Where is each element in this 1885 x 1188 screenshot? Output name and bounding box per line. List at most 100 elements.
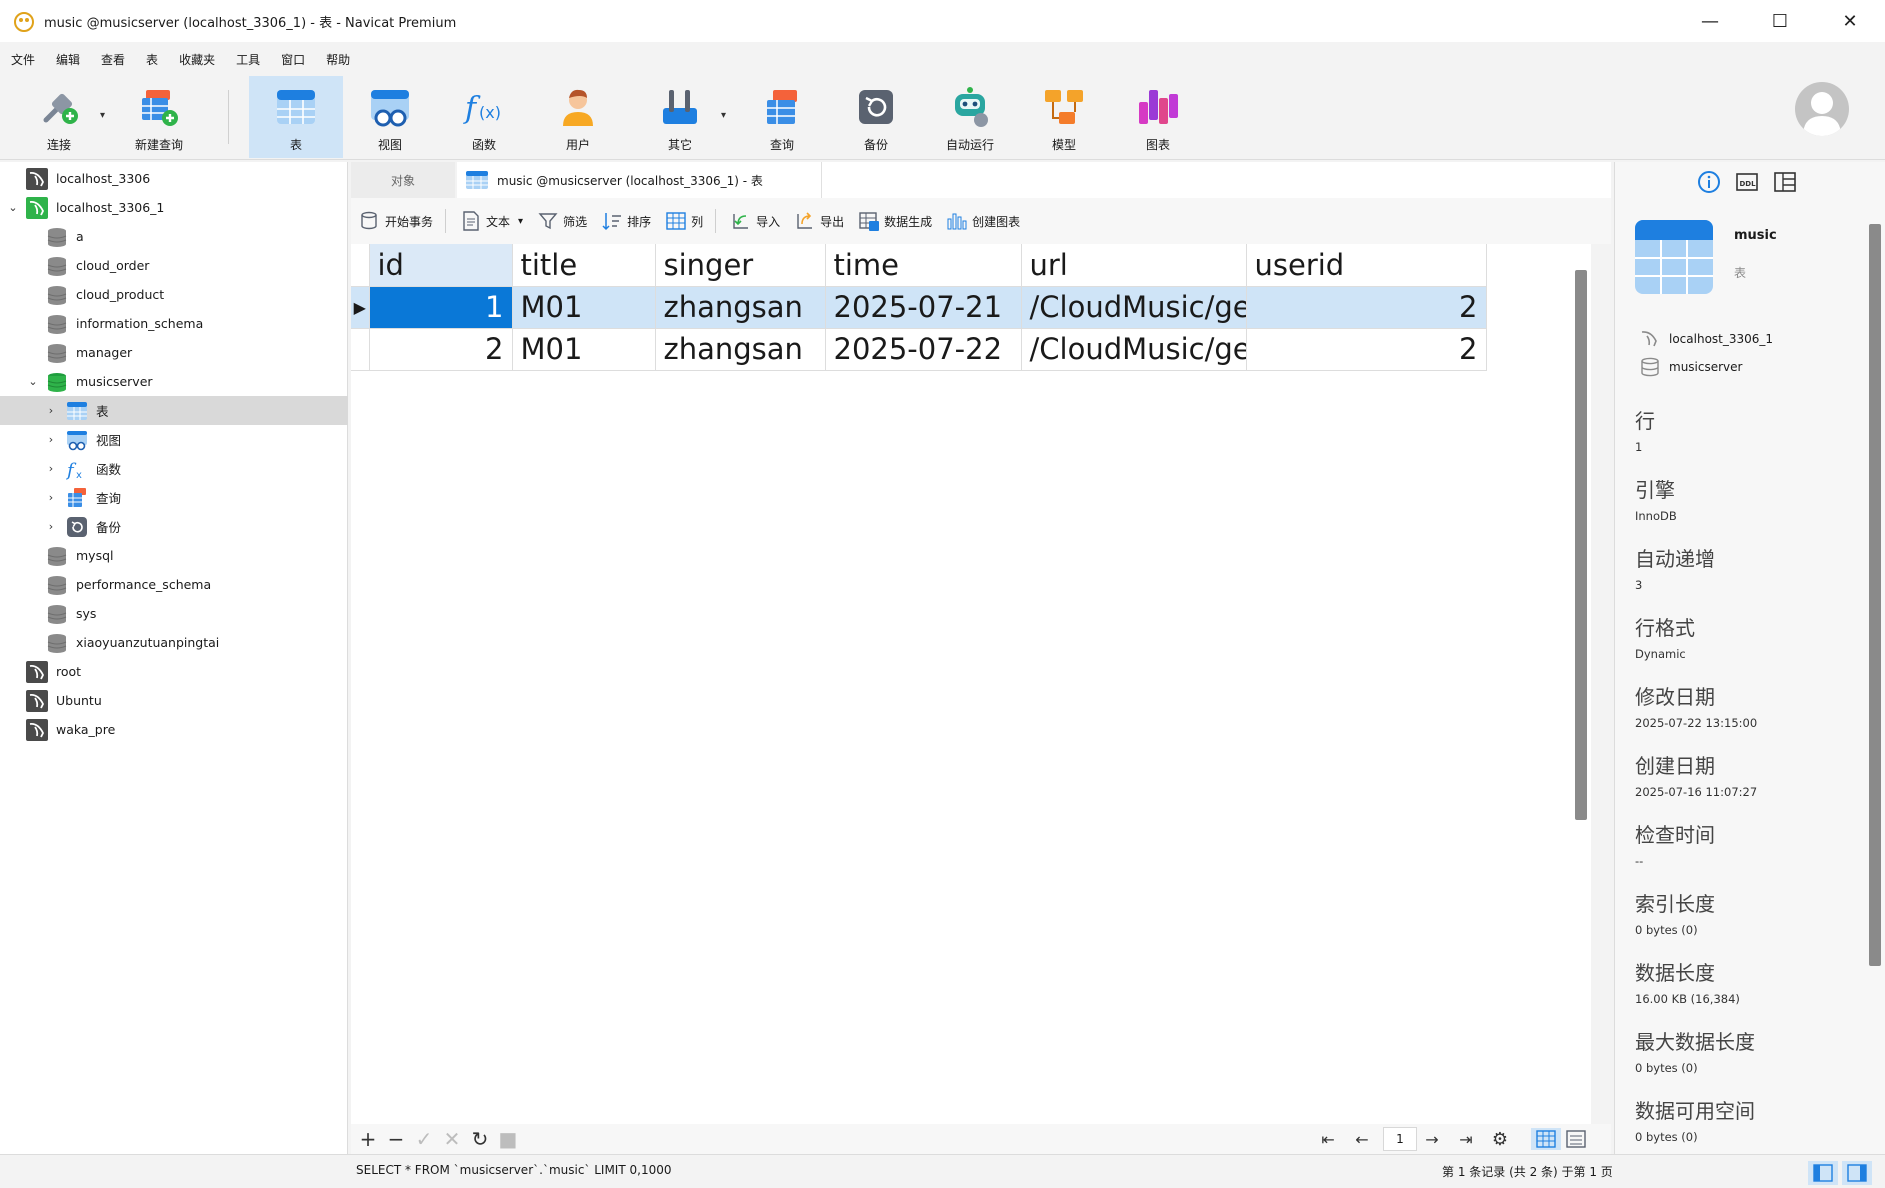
account-avatar[interactable] <box>1795 82 1849 136</box>
create-chart-button[interactable]: 创建图表 <box>946 210 1020 232</box>
menu-table[interactable]: 表 <box>141 51 174 68</box>
model-button[interactable]: 模型 <box>1017 76 1111 158</box>
menu-view[interactable]: 查看 <box>96 51 141 68</box>
tree-node-views[interactable]: › 视图 <box>0 425 348 454</box>
preview-layout-icon[interactable] <box>1773 170 1797 194</box>
cell-title[interactable]: M01 <box>512 286 656 329</box>
import-button[interactable]: 导入 <box>730 210 780 232</box>
refresh-icon[interactable]: ↻ <box>469 1127 491 1151</box>
tree-connection-waka-pre[interactable]: waka_pre <box>0 715 348 744</box>
connect-dropdown-icon[interactable]: ▾ <box>100 110 110 121</box>
table-button[interactable]: 表 <box>249 76 343 158</box>
tree-db-musicserver[interactable]: ⌄ musicserver <box>0 367 348 396</box>
tree-node-tables[interactable]: › 表 <box>0 396 348 425</box>
chart-button[interactable]: 图表 <box>1111 76 1205 158</box>
add-record-icon[interactable]: + <box>357 1127 379 1151</box>
chevron-right-icon[interactable]: › <box>44 404 58 418</box>
tree-db-manager[interactable]: manager <box>0 338 348 367</box>
toggle-right-pane-icon[interactable] <box>1842 1161 1872 1185</box>
automation-button[interactable]: 自动运行 <box>923 76 1017 158</box>
view-button[interactable]: 视图 <box>343 76 437 158</box>
cell-userid[interactable]: 2 <box>1246 286 1487 329</box>
cell-singer[interactable]: zhangsan <box>655 286 826 329</box>
cell-id[interactable]: 1 <box>369 286 513 329</box>
cell-id[interactable]: 2 <box>369 328 513 371</box>
data-generation-button[interactable]: 数据生成 <box>858 210 932 232</box>
sort-button[interactable]: 排序 <box>601 210 651 232</box>
tree-node-backups[interactable]: › 备份 <box>0 512 348 541</box>
menu-favorites[interactable]: 收藏夹 <box>174 51 231 68</box>
table-row[interactable]: 2 M01 zhangsan 2025-07-22 /CloudMusic/ge… <box>351 328 1487 371</box>
tree-node-functions[interactable]: › fx 函数 <box>0 454 348 483</box>
settings-gear-icon[interactable]: ⚙ <box>1489 1128 1511 1150</box>
menu-help[interactable]: 帮助 <box>321 51 366 68</box>
chevron-down-icon[interactable]: ⌄ <box>26 375 40 389</box>
tree-db-mysql[interactable]: mysql <box>0 541 348 570</box>
chevron-right-icon[interactable]: › <box>44 520 58 534</box>
export-button[interactable]: 导出 <box>794 210 844 232</box>
chevron-right-icon[interactable]: › <box>44 462 58 476</box>
begin-transaction-button[interactable]: 开始事务 <box>359 210 433 232</box>
tab-objects[interactable]: 对象 <box>351 162 455 198</box>
cell-time[interactable]: 2025-07-22 <box>825 328 1022 371</box>
grid-view-icon[interactable] <box>1531 1128 1561 1150</box>
cell-title[interactable]: M01 <box>512 328 656 371</box>
backup-button[interactable]: 备份 <box>829 76 923 158</box>
cell-userid[interactable]: 2 <box>1246 328 1487 371</box>
cell-url[interactable]: /CloudMusic/ge <box>1021 286 1247 329</box>
tree-db-performance-schema[interactable]: performance_schema <box>0 570 348 599</box>
tree-connection-localhost-3306-1[interactable]: ⌄ localhost_3306_1 <box>0 193 348 222</box>
column-header-singer[interactable]: singer <box>655 244 826 287</box>
delete-record-icon[interactable]: − <box>385 1127 407 1151</box>
query-button[interactable]: 查询 <box>735 76 829 158</box>
column-header-userid[interactable]: userid <box>1246 244 1487 287</box>
new-query-button[interactable]: 新建查询 <box>112 76 206 158</box>
columns-button[interactable]: 列 <box>665 210 703 232</box>
minimize-button[interactable]: — <box>1675 0 1745 42</box>
last-page-icon[interactable]: ⇥ <box>1455 1128 1477 1150</box>
tree-node-queries[interactable]: › 查询 <box>0 483 348 512</box>
previous-page-icon[interactable]: ← <box>1351 1128 1373 1150</box>
menu-window[interactable]: 窗口 <box>276 51 321 68</box>
chevron-down-icon[interactable]: ⌄ <box>6 201 20 215</box>
apply-changes-icon[interactable]: ✓ <box>413 1127 435 1151</box>
stop-icon[interactable]: ■ <box>497 1127 519 1151</box>
tree-db-cloud-order[interactable]: cloud_order <box>0 251 348 280</box>
chevron-right-icon[interactable]: › <box>44 433 58 447</box>
tree-db-sys[interactable]: sys <box>0 599 348 628</box>
menu-tools[interactable]: 工具 <box>231 51 276 68</box>
info-panel-scrollbar[interactable] <box>1869 224 1881 966</box>
first-page-icon[interactable]: ⇤ <box>1317 1128 1339 1150</box>
close-button[interactable]: ✕ <box>1815 0 1885 42</box>
chevron-right-icon[interactable]: › <box>44 491 58 505</box>
menu-edit[interactable]: 编辑 <box>51 51 96 68</box>
info-icon[interactable] <box>1697 170 1721 194</box>
toggle-left-pane-icon[interactable] <box>1808 1161 1838 1185</box>
filter-button[interactable]: 筛选 <box>537 210 587 232</box>
connect-button[interactable]: 连接 <box>12 76 106 158</box>
other-dropdown-icon[interactable]: ▾ <box>721 110 731 121</box>
other-button[interactable]: 其它 <box>633 76 727 158</box>
tree-connection-root[interactable]: root <box>0 657 348 686</box>
column-header-url[interactable]: url <box>1021 244 1247 287</box>
cell-time[interactable]: 2025-07-21 <box>825 286 1022 329</box>
tree-db-cloud-product[interactable]: cloud_product <box>0 280 348 309</box>
tab-music-table[interactable]: music @musicserver (localhost_3306_1) - … <box>457 162 821 198</box>
maximize-button[interactable]: ☐ <box>1745 0 1815 42</box>
cell-singer[interactable]: zhangsan <box>655 328 826 371</box>
tree-connection-ubuntu[interactable]: Ubuntu <box>0 686 348 715</box>
function-button[interactable]: f (x) 函数 <box>437 76 531 158</box>
form-view-icon[interactable] <box>1565 1128 1587 1150</box>
tree-db-information-schema[interactable]: information_schema <box>0 309 348 338</box>
user-button[interactable]: 用户 <box>531 76 625 158</box>
text-button[interactable]: 文本 ▾ <box>460 210 523 232</box>
table-row[interactable]: ▶ 1 M01 zhangsan 2025-07-21 /CloudMusic/… <box>351 286 1487 329</box>
column-header-id[interactable]: id <box>369 244 513 287</box>
text-dropdown-icon[interactable]: ▾ <box>518 216 523 227</box>
tree-connection-localhost-3306[interactable]: localhost_3306 <box>0 164 348 193</box>
column-header-title[interactable]: title <box>512 244 656 287</box>
discard-changes-icon[interactable]: ✕ <box>441 1127 463 1151</box>
tree-db-a[interactable]: a <box>0 222 348 251</box>
ddl-icon[interactable]: DDL <box>1735 170 1759 194</box>
column-header-time[interactable]: time <box>825 244 1022 287</box>
